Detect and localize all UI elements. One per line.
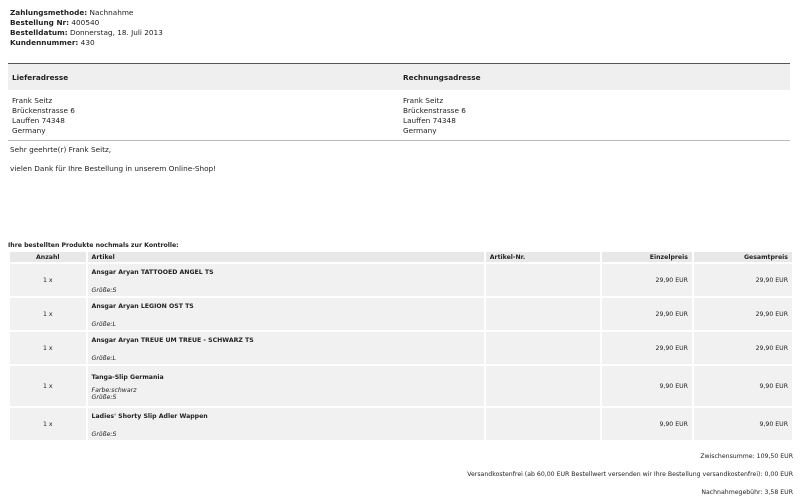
billing-address-title: Rechnungsadresse xyxy=(403,72,481,82)
row-unit-price: 29,90 EUR xyxy=(602,332,692,364)
payment-method-line: Zahlungsmethode: Nachnahme xyxy=(10,8,134,17)
row-total-price: 29,90 EUR xyxy=(693,332,792,364)
row-article-no xyxy=(485,408,601,440)
row-unit-price: 9,90 EUR xyxy=(602,366,692,406)
subtotal-line: Zwischensumme: 109,50 EUR xyxy=(700,453,793,460)
product-color: Farbe:schwarz xyxy=(91,386,137,394)
billing-address: Frank Seitz Brückenstrasse 6 Lauffen 743… xyxy=(403,96,466,135)
row-qty: 1 x xyxy=(10,366,86,406)
product-name: Ansgar Aryan LEGION OST TS xyxy=(91,302,194,310)
header-article: Artikel xyxy=(87,252,484,262)
header-unit-price: Einzelpreis xyxy=(602,252,692,262)
row-total-price: 9,90 EUR xyxy=(693,408,792,440)
header-total-price: Gesamtpreis xyxy=(693,252,792,262)
row-qty: 1 x xyxy=(10,264,86,296)
product-name: Ansgar Aryan TREUE UM TREUE - SCHWARZ TS xyxy=(91,336,254,344)
row-unit-price: 9,90 EUR xyxy=(602,408,692,440)
thanks-text: vielen Dank für Ihre Bestellung in unser… xyxy=(10,164,217,173)
row-article: Ladies' Shorty Slip Adler Wappen Größe:S xyxy=(87,408,484,440)
product-name: Tanga-Slip Germania xyxy=(91,373,164,381)
row-unit-price: 29,90 EUR xyxy=(602,298,692,330)
order-date-line: Bestelldatum: Donnerstag, 18. Juli 2013 xyxy=(10,28,163,37)
product-size: Größe:L xyxy=(91,354,116,362)
row-qty: 1 x xyxy=(10,332,86,364)
product-size: Größe:S xyxy=(91,286,117,294)
order-number-line: Bestellung Nr: 400540 xyxy=(10,18,100,27)
shipping-line: Versandkostenfrei (ab 60,00 EUR Bestellw… xyxy=(467,471,793,478)
customer-number-line: Kundennummer: 430 xyxy=(10,38,95,47)
product-size: Größe:L xyxy=(91,320,116,328)
cod-fee-line: Nachnahmegebühr: 3,58 EUR xyxy=(701,489,793,496)
row-article: Ansgar Aryan TREUE UM TREUE - SCHWARZ TS… xyxy=(87,332,484,364)
address-section: Lieferadresse Rechnungsadresse Frank Sei… xyxy=(8,63,790,141)
table-row: 1 x Ansgar Aryan TATTOOED ANGEL TS Größe… xyxy=(10,264,792,296)
row-total-price: 29,90 EUR xyxy=(693,264,792,296)
header-qty: Anzahl xyxy=(10,252,86,262)
address-header: Lieferadresse Rechnungsadresse xyxy=(8,63,790,90)
product-name: Ladies' Shorty Slip Adler Wappen xyxy=(91,412,208,420)
table-header-row: Anzahl Artikel Artikel-Nr. Einzelpreis G… xyxy=(10,252,792,262)
row-total-price: 29,90 EUR xyxy=(693,298,792,330)
delivery-address-title: Lieferadresse xyxy=(12,72,69,82)
table-row: 1 x Ansgar Aryan LEGION OST TS Größe:L 2… xyxy=(10,298,792,330)
row-article: Ansgar Aryan TATTOOED ANGEL TS Größe:S xyxy=(87,264,484,296)
products-title: Ihre bestellten Produkte nochmals zur Ko… xyxy=(8,242,179,249)
table-row: 1 x Ladies' Shorty Slip Adler Wappen Grö… xyxy=(10,408,792,440)
row-article-no xyxy=(485,332,601,364)
row-article-no xyxy=(485,366,601,406)
row-article-no xyxy=(485,298,601,330)
address-body: Frank Seitz Brückenstrasse 6 Lauffen 743… xyxy=(8,90,790,136)
row-unit-price: 29,90 EUR xyxy=(602,264,692,296)
row-qty: 1 x xyxy=(10,298,86,330)
row-article-no xyxy=(485,264,601,296)
row-qty: 1 x xyxy=(10,408,86,440)
delivery-address: Frank Seitz Brückenstrasse 6 Lauffen 743… xyxy=(12,96,75,135)
product-name: Ansgar Aryan TATTOOED ANGEL TS xyxy=(91,268,214,276)
address-divider xyxy=(8,140,790,141)
row-article: Tanga-Slip Germania Farbe:schwarz Größe:… xyxy=(87,366,484,406)
row-total-price: 9,90 EUR xyxy=(693,366,792,406)
table-row: 1 x Tanga-Slip Germania Farbe:schwarz Gr… xyxy=(10,366,792,406)
products-table: Anzahl Artikel Artikel-Nr. Einzelpreis G… xyxy=(8,250,794,442)
table-row: 1 x Ansgar Aryan TREUE UM TREUE - SCHWAR… xyxy=(10,332,792,364)
header-article-no: Artikel-Nr. xyxy=(485,252,601,262)
product-size: Größe:S xyxy=(91,430,117,438)
greeting-text: Sehr geehrte(r) Frank Seitz, xyxy=(10,145,112,154)
row-article: Ansgar Aryan LEGION OST TS Größe:L xyxy=(87,298,484,330)
product-size: Größe:S xyxy=(91,393,117,401)
order-meta: Zahlungsmethode: Nachnahme Bestellung Nr… xyxy=(10,8,163,48)
